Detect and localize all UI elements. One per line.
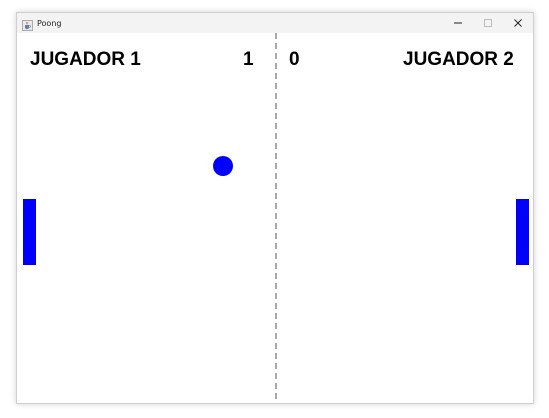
title-bar[interactable]: Poong bbox=[17, 13, 533, 33]
ball bbox=[213, 156, 233, 176]
maximize-icon bbox=[484, 19, 492, 27]
player2-score: 0 bbox=[289, 49, 300, 70]
window-controls bbox=[443, 13, 533, 33]
minimize-button[interactable] bbox=[443, 13, 473, 33]
close-icon bbox=[514, 19, 522, 27]
game-window: Poong JUGADOR 1 1 0 JUGADOR 2 bbox=[16, 12, 534, 404]
maximize-button[interactable] bbox=[473, 13, 503, 33]
center-divider bbox=[275, 33, 277, 403]
close-button[interactable] bbox=[503, 13, 533, 33]
player2-label: JUGADOR 2 bbox=[403, 49, 514, 70]
minimize-icon bbox=[454, 22, 462, 24]
player1-label: JUGADOR 1 bbox=[30, 49, 141, 70]
paddle-left[interactable] bbox=[23, 199, 36, 265]
paddle-right[interactable] bbox=[516, 199, 529, 265]
window-title: Poong bbox=[37, 18, 62, 28]
game-canvas[interactable]: JUGADOR 1 1 0 JUGADOR 2 bbox=[17, 33, 533, 403]
java-cup-icon bbox=[22, 18, 33, 31]
player1-score: 1 bbox=[243, 49, 254, 70]
